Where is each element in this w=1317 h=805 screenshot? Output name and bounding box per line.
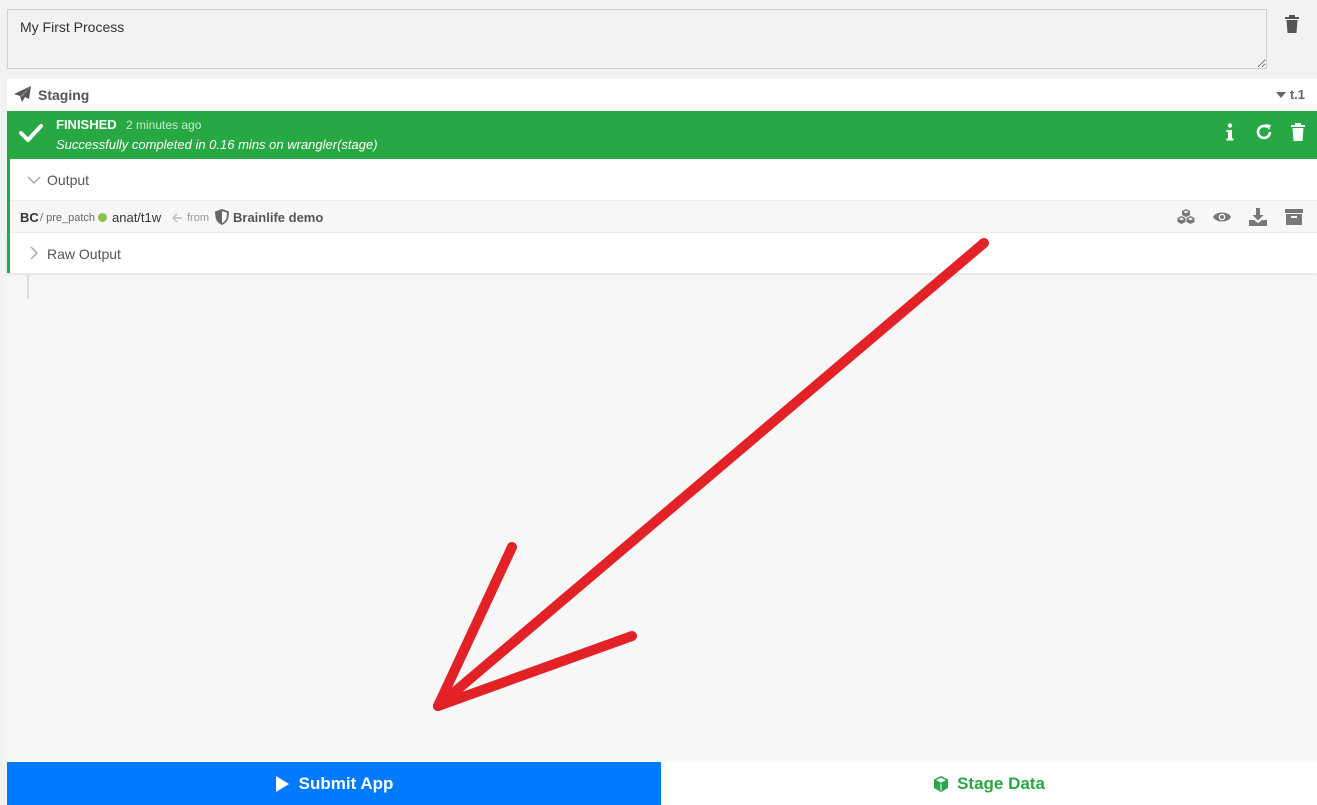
task-name: Staging bbox=[38, 87, 90, 103]
output-dataset-row: BC / pre_patch anat/t1w from Brainlife d… bbox=[7, 201, 1317, 233]
trash-icon[interactable] bbox=[1289, 122, 1307, 142]
shield-icon bbox=[215, 209, 229, 225]
output-section-toggle[interactable]: Output bbox=[7, 159, 1317, 201]
dataset-tag: anat/t1w bbox=[112, 210, 162, 225]
caret-down-icon bbox=[1275, 91, 1286, 98]
task-id: t.1 bbox=[1289, 87, 1305, 102]
task-id-toggle[interactable]: t.1 bbox=[1275, 87, 1305, 102]
eye-icon[interactable] bbox=[1213, 208, 1231, 226]
task-status-accent bbox=[7, 159, 10, 273]
status-message: Successfully completed in 0.16 mins on w… bbox=[56, 137, 378, 152]
timeline-connector bbox=[27, 275, 29, 299]
dataset-datatype: BC bbox=[20, 210, 39, 225]
dataset-status-dot bbox=[98, 213, 107, 222]
dataset-from-label: from bbox=[187, 212, 209, 224]
download-icon[interactable] bbox=[1249, 208, 1267, 226]
cubes-icon[interactable] bbox=[1177, 208, 1195, 226]
process-page: Staging t.1 FINISHED 2 minutes ago Succe… bbox=[0, 0, 1317, 805]
chevron-down-icon bbox=[27, 173, 41, 187]
dataset-project-link[interactable]: Brainlife demo bbox=[233, 210, 323, 225]
task-status-bar: FINISHED 2 minutes ago Successfully comp… bbox=[7, 111, 1317, 159]
process-description-input[interactable] bbox=[7, 9, 1267, 69]
status-label: FINISHED bbox=[56, 117, 117, 132]
task-header: Staging t.1 bbox=[7, 79, 1317, 111]
submit-app-button[interactable]: Submit App bbox=[7, 762, 661, 805]
output-label: Output bbox=[47, 172, 90, 188]
redo-icon[interactable] bbox=[1255, 122, 1273, 142]
raw-output-label: Raw Output bbox=[47, 246, 121, 262]
dataset-actions bbox=[1177, 208, 1303, 226]
raw-output-toggle[interactable]: Raw Output bbox=[7, 233, 1317, 273]
chevron-right-icon bbox=[27, 246, 41, 260]
submit-app-label: Submit App bbox=[298, 773, 394, 793]
cube-icon bbox=[934, 775, 949, 792]
archive-icon[interactable] bbox=[1285, 208, 1303, 226]
stage-data-button[interactable]: Stage Data bbox=[661, 762, 1317, 805]
paper-plane-icon bbox=[14, 86, 32, 103]
process-description bbox=[7, 9, 1267, 69]
info-icon[interactable] bbox=[1221, 122, 1239, 142]
arrow-left-icon bbox=[171, 211, 183, 223]
play-icon bbox=[275, 775, 289, 792]
dataset-datatype-tag: / pre_patch bbox=[40, 212, 96, 224]
stage-data-label: Stage Data bbox=[957, 773, 1045, 793]
check-icon bbox=[19, 123, 43, 143]
task-panel: Staging t.1 FINISHED 2 minutes ago Succe… bbox=[7, 79, 1317, 762]
task-actions bbox=[1221, 122, 1307, 142]
trash-icon[interactable] bbox=[1283, 14, 1301, 34]
status-time: 2 minutes ago bbox=[126, 118, 202, 132]
